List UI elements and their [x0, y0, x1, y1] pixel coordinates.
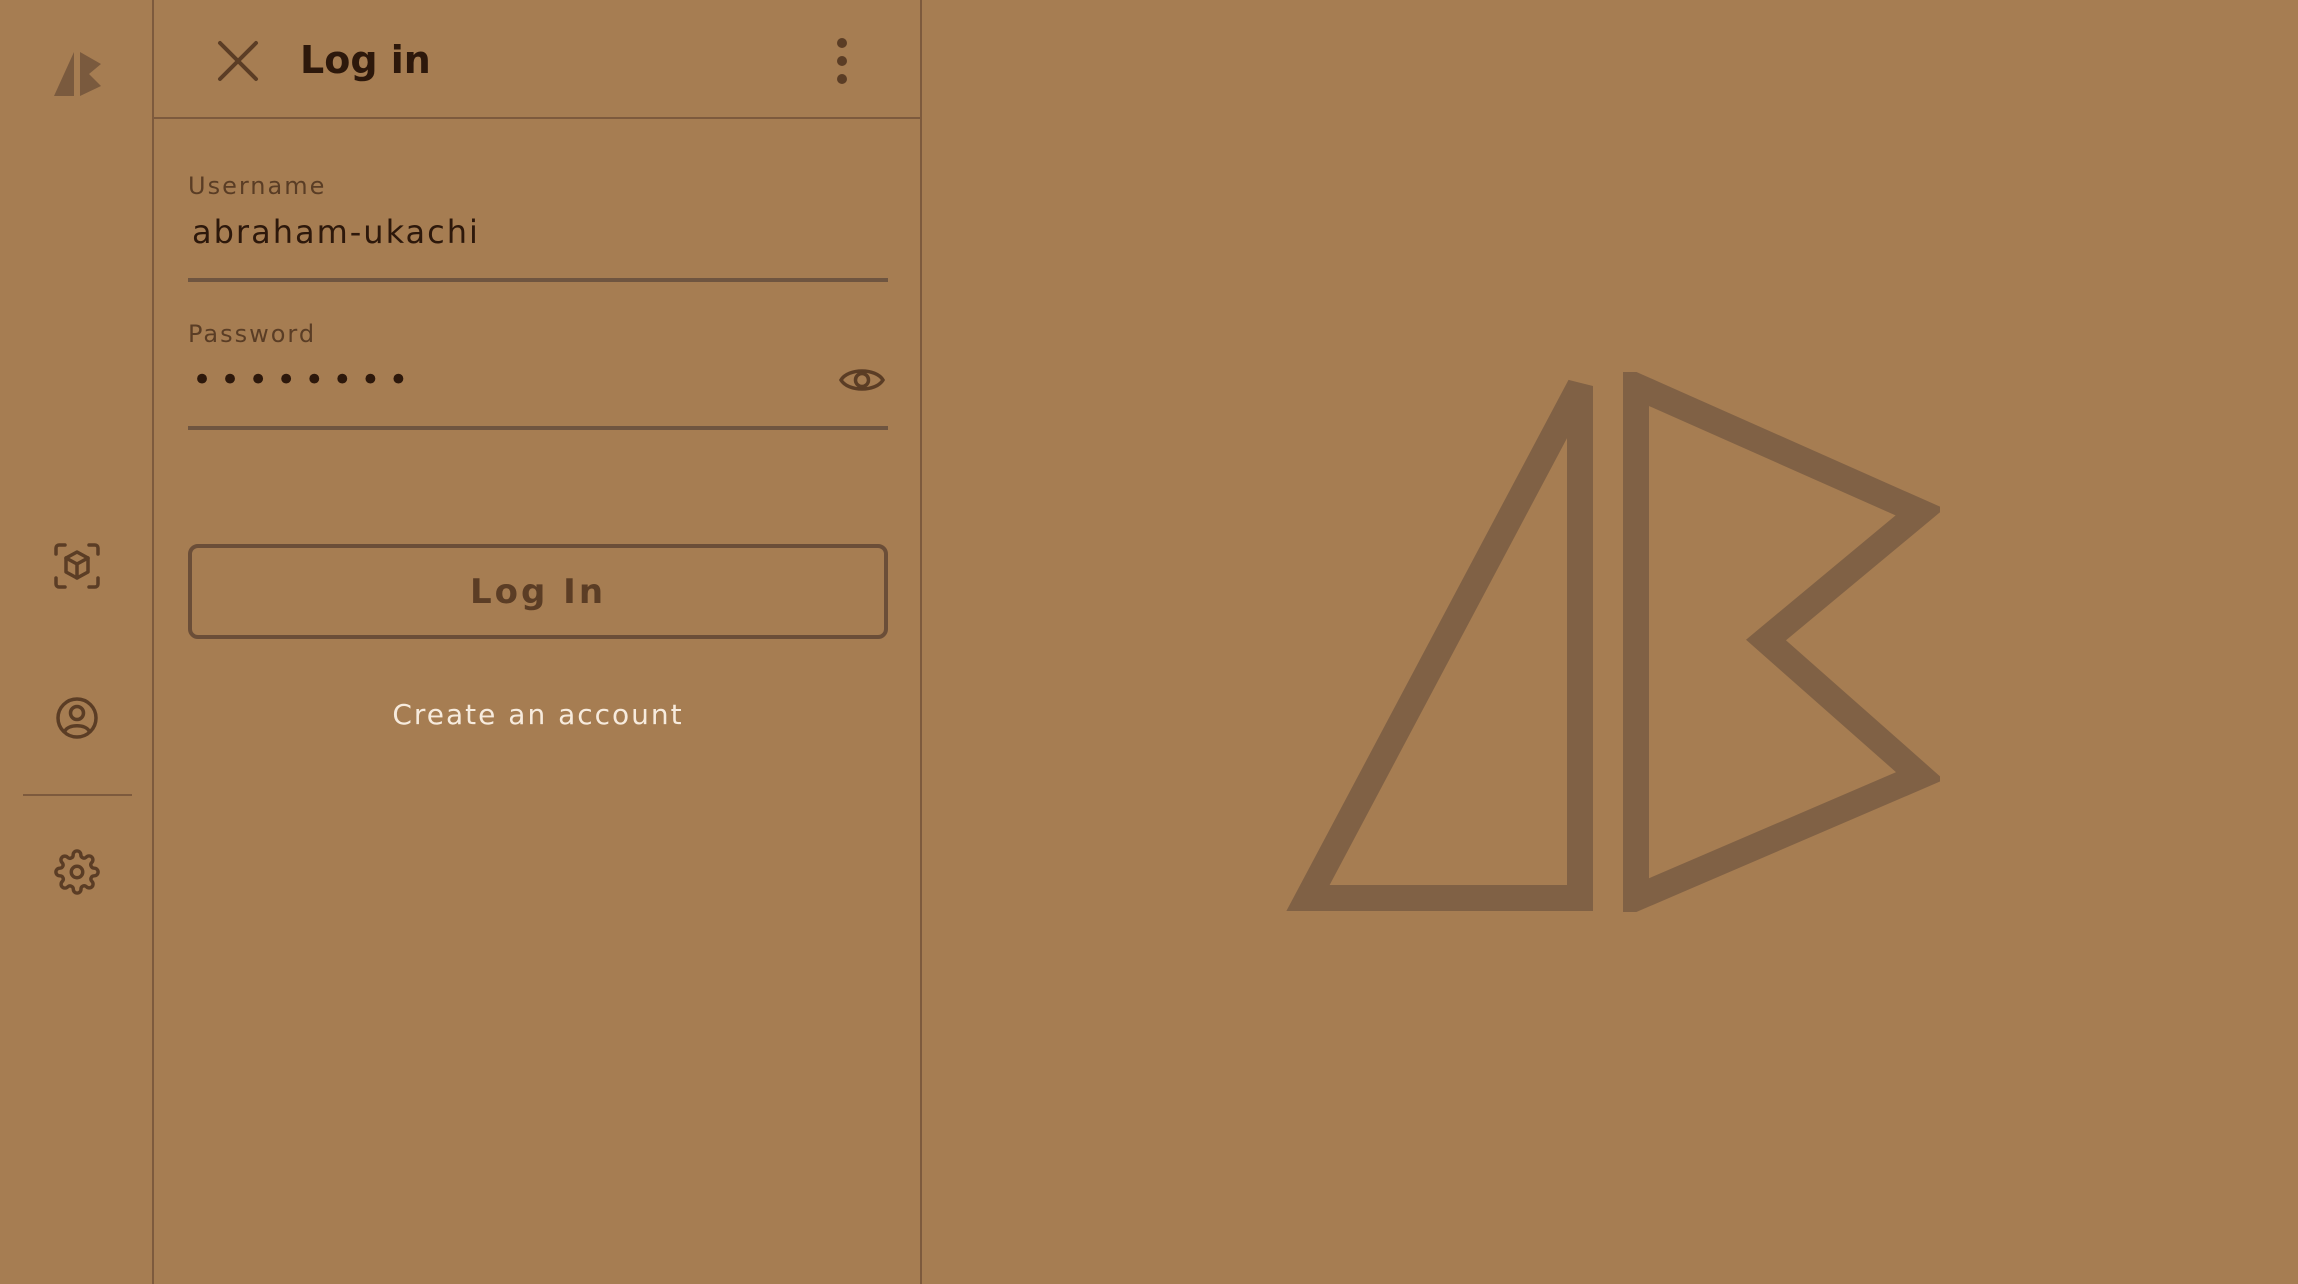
password-field: Password [188, 320, 888, 430]
more-options-button[interactable] [816, 29, 868, 93]
username-field: Username [188, 172, 888, 282]
cube-scan-icon [54, 543, 100, 589]
hero-logo-icon [1286, 372, 1940, 912]
password-label: Password [188, 320, 317, 348]
eye-icon [839, 369, 885, 391]
rail-item-settings[interactable] [45, 840, 109, 904]
username-label: Username [188, 172, 327, 200]
toggle-password-visibility-button[interactable] [836, 354, 888, 406]
gear-icon [54, 849, 100, 895]
rail-item-profile[interactable] [45, 686, 109, 750]
panel-header: Log in [154, 0, 920, 119]
login-button[interactable]: Log In [188, 544, 888, 639]
more-vertical-icon [837, 38, 847, 84]
password-input[interactable] [188, 352, 816, 408]
user-circle-icon [56, 697, 98, 739]
create-account-link[interactable]: Create an account [188, 698, 888, 731]
page-title: Log in [300, 38, 431, 82]
close-button[interactable] [206, 29, 270, 93]
close-icon [218, 41, 258, 81]
username-input[interactable] [188, 204, 816, 260]
app-logo[interactable] [45, 44, 109, 108]
brand-logo-icon [54, 52, 101, 96]
nav-rail [0, 0, 154, 1284]
login-panel: Log in Username Password Log In Create a… [154, 0, 922, 1284]
rail-divider [23, 794, 132, 796]
rail-item-scan[interactable] [45, 534, 109, 598]
